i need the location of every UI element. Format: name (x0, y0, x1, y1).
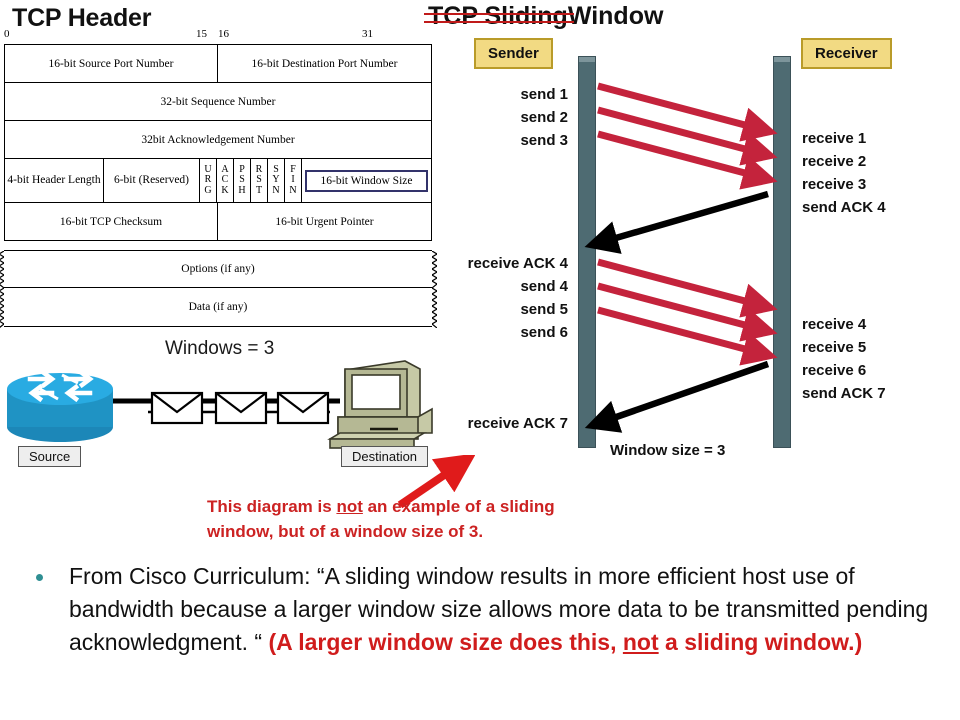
table-row: 16-bit TCP Checksum 16-bit Urgent Pointe… (5, 203, 431, 241)
packet-envelope-icon-3 (276, 391, 330, 425)
bullet-red-a: (A larger window size does this, (268, 629, 623, 655)
struck-title-text: TCP Sliding (424, 2, 574, 31)
table-row: 32bit Acknowledgement Number (5, 121, 431, 159)
flag-bit-psh: P S H (234, 159, 251, 202)
bullet-paragraph: From Cisco Curriculum: “A sliding window… (36, 560, 942, 659)
bullet-red-emphasis: not (622, 629, 659, 655)
torn-edge-left-icon-2 (0, 288, 4, 328)
cell-destination-port: 16-bit Destination Port Number (251, 57, 398, 70)
window-size-highlight: 16-bit Window Size (304, 169, 429, 192)
callout-line1-emphasis: not (336, 497, 363, 516)
sender-event-7: receive ACK 7 (467, 415, 568, 432)
receiver-event-0: receive 1 (802, 130, 867, 147)
bullet-red-b: a sliding window.) (658, 629, 863, 655)
sender-event-1: send 2 (520, 109, 568, 126)
flag-psh-c2: H (238, 184, 246, 196)
computer-icon (327, 360, 433, 449)
packet-envelope-icon-2 (214, 391, 268, 425)
bit-mark-31: 31 (362, 28, 373, 40)
cell-checksum: 16-bit TCP Checksum (5, 203, 218, 240)
source-label: Source (18, 446, 82, 467)
sender-event-3: receive ACK 4 (467, 255, 568, 272)
strikethrough-line-2 (424, 21, 574, 23)
sender-event-6: send 6 (520, 324, 568, 341)
receiver-event-5: receive 5 (802, 339, 867, 356)
strikethrough-line-1 (424, 13, 574, 15)
flag-bit-urg: U R G (200, 159, 217, 202)
sender-event-2: send 3 (520, 132, 568, 149)
label-options: Options (if any) (181, 263, 255, 275)
callout-line1-b: an example of a sliding (362, 497, 555, 516)
page-title-tcp-header: TCP Header (12, 4, 158, 33)
flag-syn-c2: N (272, 184, 280, 196)
flag-urg-c2: G (204, 184, 212, 196)
cell-source-port: 16-bit Source Port Number (5, 45, 218, 82)
receiver-event-2: receive 3 (802, 176, 867, 193)
table-row: 32-bit Sequence Number (5, 83, 431, 121)
packet-envelope-icon-1 (150, 391, 204, 425)
table-row-flags: 4-bit Header Length 6-bit (Reserved) U R… (5, 159, 431, 203)
bullet-dot-icon (36, 574, 43, 581)
page-title-sliding-window: TCP Sliding Window (424, 2, 664, 31)
flag-bit-fin: F I N (285, 159, 302, 202)
ack-arrow-1 (584, 190, 769, 254)
receiver-event-3: send ACK 4 (802, 199, 886, 216)
flag-fin-c2: N (289, 184, 297, 196)
callout-text: This diagram is not an example of a slid… (207, 494, 727, 544)
cell-acknowledgement-number: 32bit Acknowledgement Number (141, 133, 295, 146)
callout-line2: window, but of a window size of 3. (207, 522, 484, 541)
title-window-label: Window (567, 2, 664, 30)
receiver-event-7: send ACK 7 (802, 385, 886, 402)
receiver-event-4: receive 4 (802, 316, 867, 333)
bit-mark-16: 16 (218, 28, 229, 40)
torn-edge-left-icon (0, 251, 4, 288)
flag-bit-syn: S Y N (268, 159, 285, 202)
sender-event-5: send 5 (520, 301, 568, 318)
data-arrow-group-1 (597, 82, 778, 190)
bit-mark-0: 0 (4, 28, 10, 40)
flag-bit-ack: A C K (217, 159, 234, 202)
receiver-event-1: receive 2 (802, 153, 867, 170)
label-data: Data (if any) (188, 301, 248, 313)
flag-rst-c2: T (255, 184, 263, 196)
callout-line1-a: This diagram is (207, 497, 337, 516)
slide-canvas: TCP Header TCP Sliding Window 0 15 16 31… (0, 0, 960, 720)
receiver-event-6: receive 6 (802, 362, 867, 379)
window-size-label: Window size = 3 (610, 442, 726, 459)
bullet-red-text: (A larger window size does this, not a s… (268, 629, 862, 655)
sender-event-0: send 1 (520, 86, 568, 103)
tcp-header-table: 16-bit Source Port Number 16-bit Destina… (4, 44, 432, 241)
cell-sequence-number: 32-bit Sequence Number (160, 95, 276, 108)
sender-event-4: send 4 (520, 278, 568, 295)
flag-ack-c2: K (221, 184, 229, 196)
data-arrow-group-2 (597, 258, 778, 366)
cell-data-row: Data (if any) (0, 287, 437, 328)
cell-header-length: 4-bit Header Length (5, 159, 104, 202)
cell-reserved: 6-bit (Reserved) (104, 159, 200, 202)
bit-mark-15: 15 (196, 28, 207, 40)
flag-bit-rst: R S T (251, 159, 268, 202)
cell-urgent-pointer: 16-bit Urgent Pointer (275, 215, 374, 228)
ack-arrow-2 (584, 360, 770, 433)
cell-options-row: Options (if any) (0, 250, 437, 288)
cell-window-size-wrap: 16-bit Window Size (302, 159, 431, 202)
bullet-paragraph-text: From Cisco Curriculum: “A sliding window… (69, 560, 942, 659)
sliding-window-diagram: Sender Receiver send 1 send 2 send 3 rec… (430, 34, 960, 474)
struck-title-label: TCP Sliding (428, 2, 568, 30)
table-row: 16-bit Source Port Number 16-bit Destina… (5, 45, 431, 83)
router-icon (7, 369, 113, 442)
